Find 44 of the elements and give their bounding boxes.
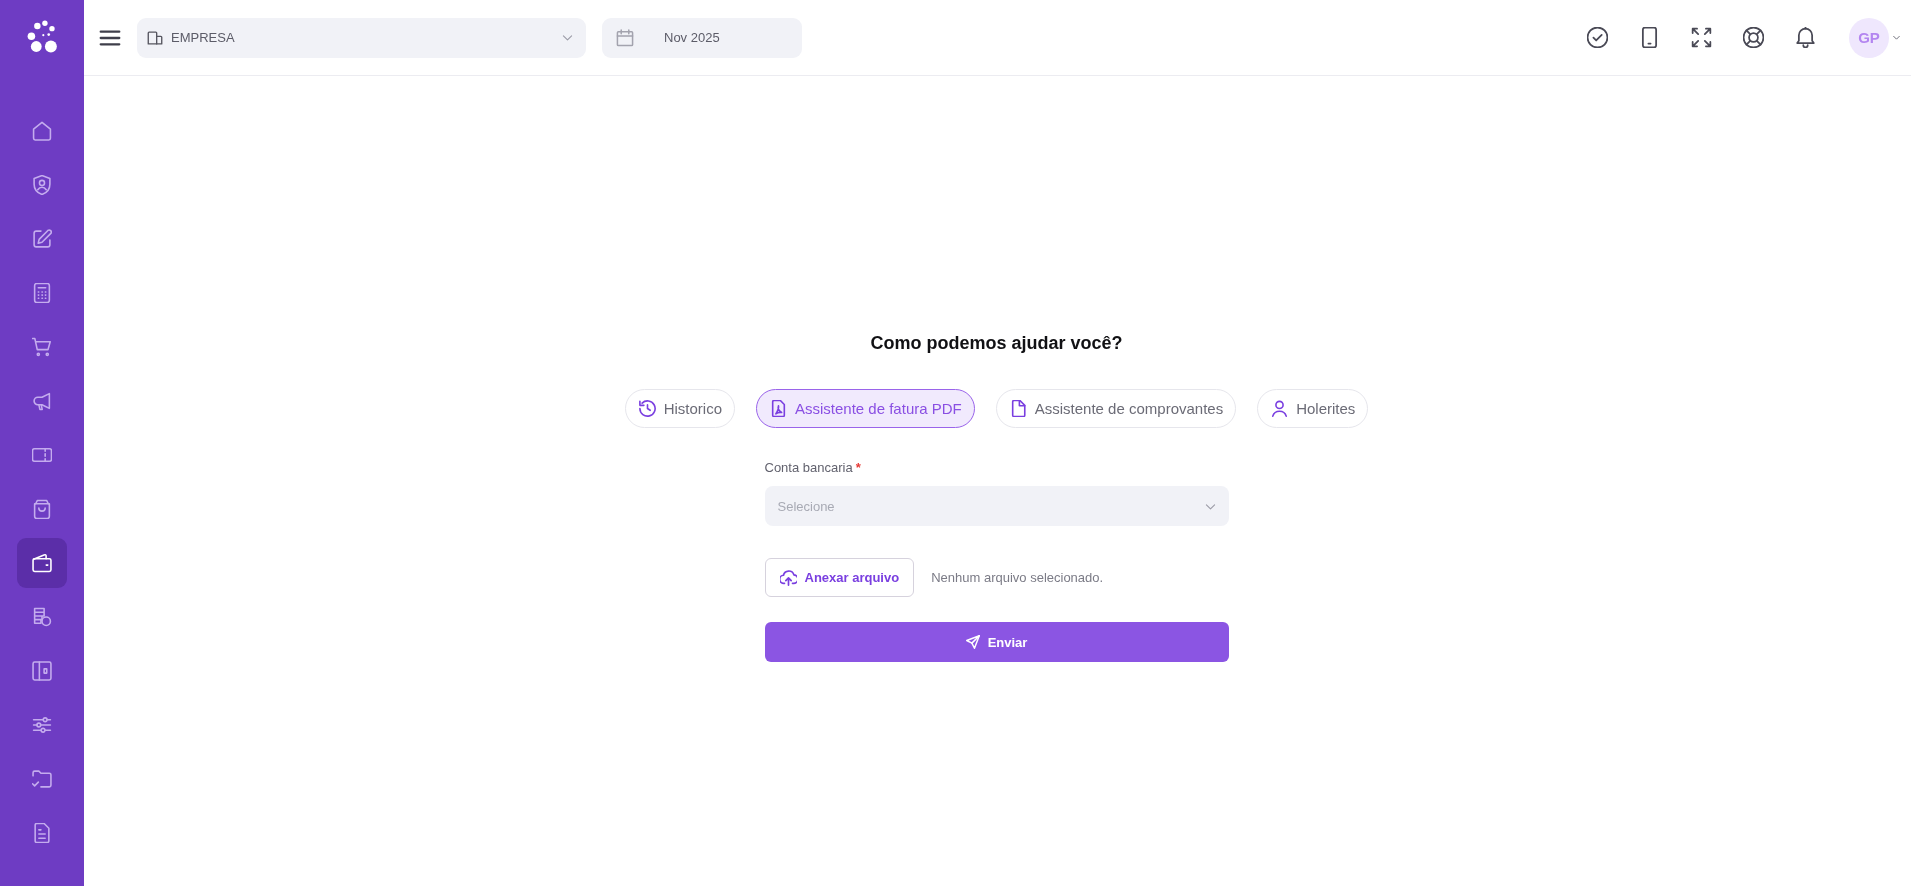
- send-icon: [965, 635, 980, 649]
- edit-icon: [32, 229, 52, 249]
- tab[interactable]: Assistente de fatura PDF: [756, 389, 975, 428]
- sliders-icon: [32, 715, 52, 735]
- coins-icon: [32, 607, 52, 627]
- expand-icon: [1690, 27, 1712, 48]
- ticket-icon: [32, 445, 52, 465]
- safe-icon: [32, 661, 52, 681]
- page-heading: Como podemos ajudar você?: [870, 332, 1123, 354]
- bag-icon: [32, 499, 52, 519]
- cloud-upload-icon: [779, 569, 797, 586]
- tab[interactable]: Assistente de comprovantes: [995, 389, 1237, 428]
- chevron-down-icon: [1892, 33, 1901, 42]
- attach-file-button[interactable]: Anexar arquivo: [764, 558, 915, 597]
- pdf-file-icon: [770, 400, 787, 417]
- folder-check-icon: [32, 769, 52, 789]
- tab[interactable]: Historico: [624, 389, 735, 428]
- file-status: Nenhum arquivo selecionado.: [931, 570, 1104, 585]
- home-icon: [32, 121, 52, 141]
- send-button[interactable]: Enviar: [764, 622, 1229, 662]
- required-mark: *: [855, 460, 861, 476]
- document-icon: [32, 823, 52, 843]
- select-placeholder: Selecione: [777, 498, 835, 514]
- lifebuoy-icon: [1742, 27, 1764, 48]
- devices-icon: [147, 29, 163, 46]
- company-value: EMPRESA: [171, 30, 236, 45]
- file-icon: [1009, 400, 1027, 417]
- period-value: Nov 2025: [664, 30, 720, 45]
- bell-icon: [1794, 27, 1816, 48]
- period-field[interactable]: Nov 2025: [602, 17, 802, 58]
- shield-user-icon: [32, 175, 52, 195]
- check-circle-icon: [1586, 27, 1608, 48]
- calendar-icon: [616, 28, 634, 47]
- history-icon: [638, 400, 656, 417]
- megaphone-icon: [32, 391, 52, 411]
- company-select[interactable]: EMPRESA: [137, 17, 586, 58]
- calculator-icon: [32, 283, 52, 303]
- tab[interactable]: Holerites: [1257, 389, 1369, 428]
- wallet-icon: [32, 553, 52, 573]
- cart-icon: [32, 337, 52, 357]
- field-label: Conta bancaria: [764, 460, 853, 476]
- nav-item[interactable]: [17, 538, 67, 588]
- user-icon: [1271, 400, 1289, 417]
- logo-icon: [26, 19, 58, 53]
